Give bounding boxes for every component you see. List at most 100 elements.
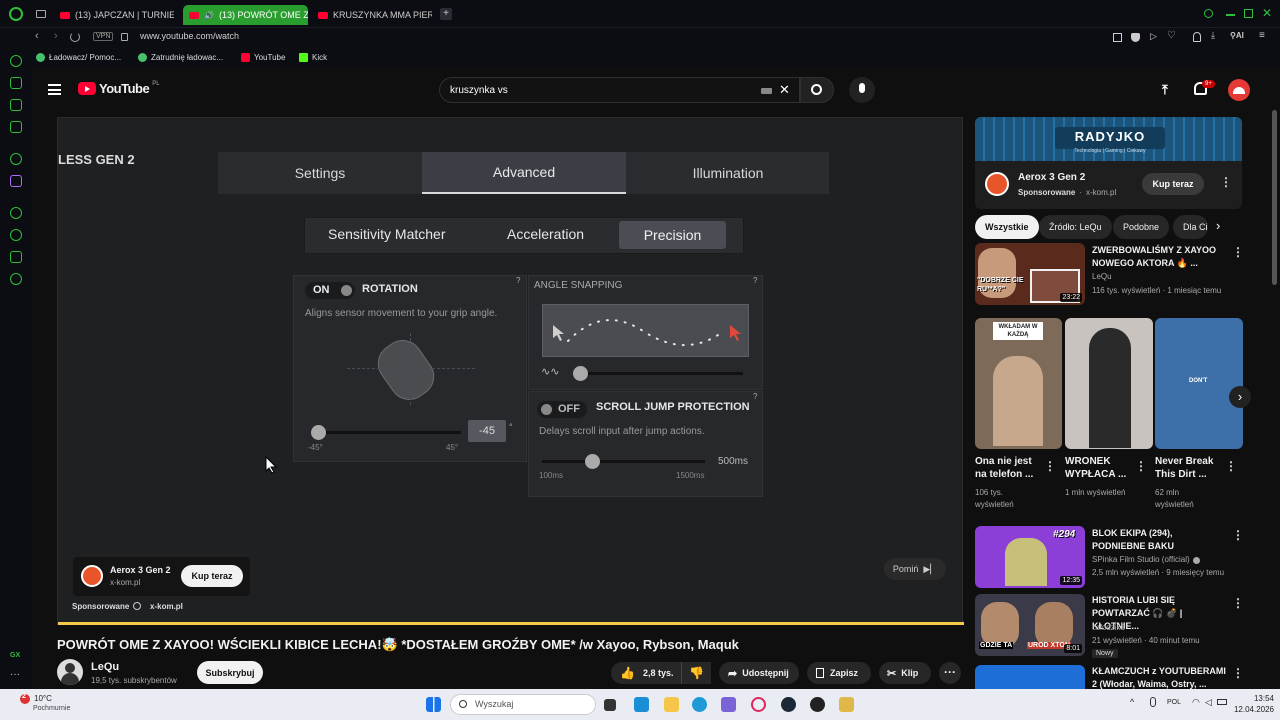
rec2-thumbnail[interactable]: #294 12:35 — [975, 526, 1085, 588]
extensions-icon[interactable] — [10, 251, 22, 263]
channel-name[interactable]: LeQu — [91, 661, 119, 673]
play-icon[interactable]: ▷ — [1150, 31, 1157, 42]
more-options-icon[interactable]: ⋮ — [1225, 459, 1237, 473]
heart-icon[interactable]: ♡ — [1167, 30, 1176, 41]
gui-subtab-sensitivity[interactable]: Sensitivity Matcher — [328, 226, 445, 242]
chips-next-icon[interactable]: › — [1216, 218, 1220, 233]
skip-ad-button[interactable]: Pomiń ▶▏ — [884, 558, 946, 580]
app-icon[interactable] — [810, 697, 825, 712]
chip-related[interactable]: Podobne — [1113, 215, 1170, 239]
tray-mic-icon[interactable] — [1150, 697, 1156, 707]
tab-powrot-ome[interactable]: 🔊 (13) POWRÓT OME Z — [183, 5, 308, 25]
clock-date[interactable]: 12.04.2026 — [1226, 705, 1274, 714]
more-options-icon[interactable]: ⋮ — [1232, 528, 1244, 542]
rec1-title[interactable]: ZWERBOWALIŚMY Z XAYOO NOWEGO AKTORA 🔥 ..… — [1092, 244, 1220, 270]
more-options-icon[interactable]: ⋮ — [1044, 459, 1056, 473]
video-player[interactable]: LESS GEN 2 Settings Advanced Illuminatio… — [57, 117, 964, 625]
ad-overlay-cta[interactable]: Kup teraz — [181, 565, 243, 587]
rotation-value-field[interactable]: -45 — [468, 420, 506, 442]
tab-japczan[interactable]: (13) JAPCZAN | TURNIEJ — [54, 5, 174, 25]
task-view-icon[interactable] — [604, 699, 616, 711]
search-button[interactable] — [800, 77, 834, 103]
share-button[interactable]: ➦ Udostępnij — [719, 662, 799, 684]
reload-icon[interactable] — [70, 32, 80, 42]
bookmark-kick[interactable]: Kick — [299, 53, 327, 62]
channel-avatar[interactable] — [57, 659, 83, 685]
chip-all[interactable]: Wszystkie — [975, 215, 1039, 239]
help-icon[interactable]: ? — [753, 276, 757, 285]
discord-icon[interactable] — [10, 153, 22, 165]
volume-icon[interactable]: ◁ — [1205, 697, 1212, 708]
bookmark-youtube[interactable]: YouTube — [241, 53, 285, 62]
twitch-icon[interactable] — [10, 175, 22, 187]
settings-gear-icon[interactable] — [10, 273, 22, 285]
taskbar-search[interactable]: Wyszukaj — [450, 694, 596, 715]
windows-start-icon[interactable] — [426, 697, 441, 712]
tab-switch-icon[interactable] — [36, 10, 46, 18]
messenger-icon[interactable] — [10, 121, 22, 133]
profile-icon[interactable] — [1193, 32, 1201, 42]
shield-icon[interactable] — [1131, 33, 1140, 42]
sidebar-ad-banner[interactable]: RADYJKO Technologia | Gaming | Ciekawy — [975, 117, 1242, 161]
rec4-title[interactable]: KŁAMCZUCH z YOUTUBERAMI 2 (Włodar, Waima… — [1092, 665, 1227, 689]
chip-for-you[interactable]: Dla Ci — [1173, 215, 1208, 239]
subscribe-button[interactable]: Subskrybuj — [197, 661, 263, 684]
gui-tab-advanced[interactable]: Advanced — [422, 152, 626, 194]
shorts-next-button[interactable]: › — [1229, 386, 1251, 408]
chip-source[interactable]: Źródło: LeQu — [1039, 215, 1112, 239]
rec1-channel[interactable]: LeQu — [1092, 271, 1112, 283]
ai-button[interactable]: ⚲AI — [1230, 31, 1244, 40]
rotation-slider-track[interactable] — [316, 431, 461, 434]
more-actions-button[interactable]: ··· — [939, 662, 961, 684]
download-icon[interactable]: ⤓ — [1211, 30, 1215, 41]
rec2-channel[interactable]: SPinka Film Studio (official) — [1092, 554, 1200, 566]
snap-slider-track[interactable] — [581, 372, 743, 375]
store-icon[interactable] — [721, 697, 736, 712]
sponsor-domain[interactable]: x-kom.pl — [150, 602, 183, 611]
history-icon[interactable] — [10, 229, 22, 241]
ad-progress-bar[interactable] — [58, 622, 964, 625]
vpn-badge[interactable]: VPN — [93, 32, 114, 41]
app2-icon[interactable] — [839, 697, 854, 712]
gui-tab-illumination[interactable]: Illumination — [626, 152, 830, 194]
snapshot-icon[interactable] — [1113, 33, 1122, 42]
clear-search-icon[interactable]: ✕ — [779, 82, 790, 98]
back-button[interactable]: ‹ — [35, 30, 39, 42]
bookmark-ladowacz[interactable]: Ładowacz/ Pomoc... — [36, 53, 121, 62]
voice-search-button[interactable] — [849, 77, 875, 103]
gui-subtab-precision[interactable]: Precision — [619, 221, 726, 249]
more-options-icon[interactable]: ⋮ — [1232, 596, 1244, 610]
scroll-slider-track[interactable] — [542, 460, 705, 463]
rotation-toggle[interactable]: ON — [305, 282, 355, 299]
minimize-button[interactable] — [1226, 14, 1235, 16]
yt-menu-icon[interactable] — [48, 84, 61, 95]
file-explorer-icon[interactable] — [664, 697, 679, 712]
more-options-icon[interactable]: ⋮ — [1220, 175, 1232, 189]
bookmark-zatrudnie[interactable]: Zatrudnię ładowac... — [138, 53, 223, 62]
menu-icon[interactable]: ≡ — [1259, 30, 1265, 41]
info-icon[interactable] — [133, 602, 141, 610]
dislike-button[interactable]: 👎 — [681, 662, 711, 684]
gx-control-icon[interactable] — [10, 77, 22, 89]
upload-icon[interactable]: ⤒ — [1162, 82, 1168, 98]
scroll-jump-toggle[interactable]: OFF — [537, 401, 587, 418]
new-tab-button[interactable]: + — [440, 8, 452, 20]
more-options-icon[interactable]: ⋮ — [1135, 459, 1147, 473]
more-options-icon[interactable]: ⋮ — [1232, 245, 1244, 259]
sidebar-ad-card[interactable]: Aerox 3 Gen 2 Sponsorowane · x-kom.pl Kup … — [975, 161, 1242, 209]
speed-dial-icon[interactable] — [10, 55, 22, 67]
opera-logo-icon[interactable] — [9, 7, 23, 21]
tray-chevron-icon[interactable]: ^ — [1130, 697, 1134, 707]
rec2-title[interactable]: BLOK EKIPA (294), PODNIEBNE BAKU — [1092, 527, 1227, 553]
sidebar-ad-cta[interactable]: Kup teraz — [1142, 173, 1204, 195]
clock-time[interactable]: 13:54 — [1234, 694, 1274, 703]
edge-icon[interactable] — [692, 697, 707, 712]
ad-overlay-card[interactable]: Aerox 3 Gen 2 x-kom.pl Kup teraz — [73, 557, 250, 596]
more-options-icon[interactable]: ⋮ — [1232, 666, 1244, 680]
close-window-button[interactable]: ✕ — [1262, 6, 1272, 20]
keyboard-icon[interactable] — [761, 88, 772, 94]
snap-slider-knob[interactable] — [573, 366, 588, 381]
page-scrollbar[interactable] — [1272, 110, 1277, 285]
rotation-slider-knob[interactable] — [311, 425, 326, 440]
short3-title[interactable]: Never Break This Dirt ... — [1155, 455, 1219, 481]
